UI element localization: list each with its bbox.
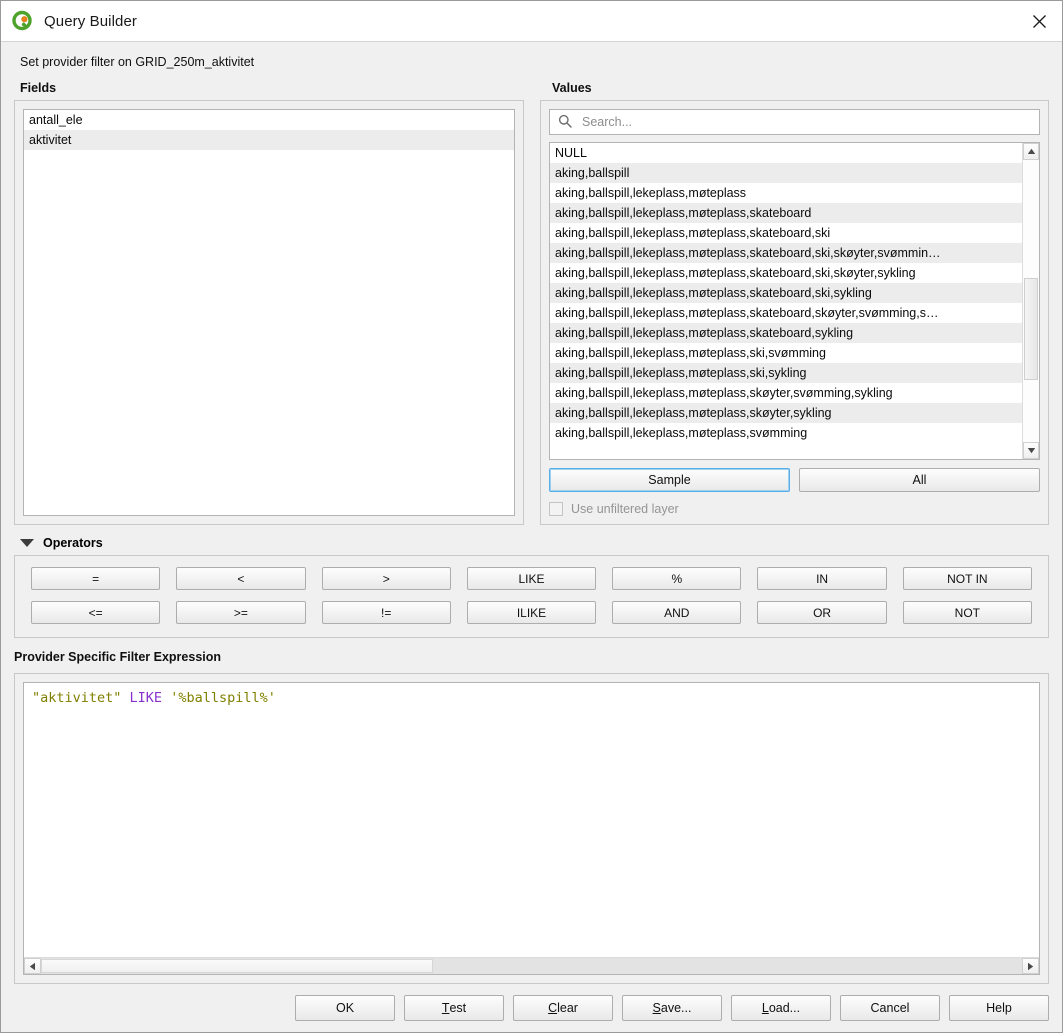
value-item[interactable]: aking,ballspill,lekeplass,møteplass,skøy… [550,403,1022,423]
operator-button-or[interactable]: OR [757,601,887,624]
expression-token-plain [162,690,170,706]
test-button[interactable]: Test [404,995,504,1021]
values-frame: NULLaking,ballspillaking,ballspill,lekep… [540,100,1049,525]
value-item[interactable]: aking,ballspill,lekeplass,møteplass,ski,… [550,343,1022,363]
save-button[interactable]: Save... [622,995,722,1021]
panes-row: antall_ele aktivitet Search... NULL akin… [14,100,1049,525]
fields-pane: antall_ele aktivitet [14,100,524,525]
scroll-up-icon[interactable] [1023,143,1039,160]
operators-header[interactable]: Operators [20,536,1049,550]
operator-button-[interactable]: >= [176,601,306,624]
triangle-down-icon[interactable] [20,539,34,547]
operators-label: Operators [43,536,103,550]
clear-button[interactable]: Clear [513,995,613,1021]
values-buttons-row: Sample All [549,468,1040,492]
fields-list[interactable]: antall_ele aktivitet [23,109,515,516]
operator-button-ilike[interactable]: ILIKE [466,601,597,624]
operators-panel: = < > LIKE% IN NOT IN <= >= != ILIKE AND OR NOT [14,555,1049,638]
expression-token-str: '%ballspill%' [170,690,276,706]
expression-panel: "aktivitet" LIKE '%ballspill%' [14,673,1049,984]
scroll-left-icon[interactable] [24,958,41,974]
value-item[interactable]: aking,ballspill,lekeplass,møteplass,skat… [550,223,1022,243]
query-builder-dialog: Query Builder Set provider filter on GRI… [0,0,1063,1033]
value-item[interactable]: aking,ballspill,lekeplass,møteplass,skat… [550,263,1022,283]
provider-filter-subtitle: Set provider filter on GRID_250m_aktivit… [20,55,255,69]
operator-button-like[interactable]: LIKE [466,567,597,590]
close-icon[interactable] [1016,1,1062,41]
values-search-box[interactable] [549,109,1040,135]
sample-button[interactable]: Sample [549,468,790,492]
expression-horizontal-scrollbar[interactable] [24,957,1039,974]
expression-editor[interactable]: "aktivitet" LIKE '%ballspill%' [23,682,1040,975]
value-item[interactable]: aking,ballspill,lekeplass,møteplass,svøm… [550,423,1022,443]
search-icon [558,114,572,131]
values-list[interactable]: NULL aking,ballspill aking,ballspill,lekep… [550,143,1022,459]
values-scroll-thumb[interactable] [1024,278,1038,380]
load-button[interactable]: Load... [731,995,831,1021]
operator-button-[interactable]: = [31,567,161,590]
operator-button-in[interactable]: IN [757,567,887,590]
value-item[interactable]: aking,ballspill,lekeplass,møteplass,ski,… [550,363,1022,383]
help-button[interactable]: Help [949,995,1049,1021]
operator-button-[interactable]: < [176,567,306,590]
operator-button-[interactable]: <= [31,601,161,624]
ok-button[interactable]: OK [295,995,395,1021]
value-item[interactable]: aking,ballspill,lekeplass,møteplass,skat… [550,203,1022,223]
value-item[interactable]: aking,ballspill,lekeplass,møteplass,skat… [550,303,1022,323]
fields-label: Fields [20,81,57,95]
values-list-container: NULL aking,ballspill aking,ballspill,lekep… [549,142,1040,460]
operator-button-not[interactable]: NOT [902,601,1032,624]
values-vertical-scrollbar[interactable] [1022,143,1039,459]
value-item[interactable]: NULL [550,143,1022,163]
footer-buttons: OK Test Clear Save... Load... Cancel Help [1,984,1062,1032]
use-unfiltered-layer-label: Use unfiltered layer [571,502,679,516]
expression-text[interactable]: "aktivitet" LIKE '%ballspill%' [24,683,1039,957]
values-label: Values [552,81,592,95]
expression-label: Provider Specific Filter Expression [14,650,222,664]
operator-button-not-in[interactable]: NOT IN [902,567,1032,590]
expression-token-kw: LIKE [129,690,163,706]
value-item[interactable]: aking,ballspill [550,163,1022,183]
values-scroll-track[interactable] [1023,160,1039,442]
use-unfiltered-layer-row[interactable]: Use unfiltered layer [549,502,1040,516]
value-item[interactable]: aking,ballspill,lekeplass,møteplass [550,183,1022,203]
value-item[interactable]: aking,ballspill,lekeplass,møteplass,skat… [550,283,1022,303]
expression-token-ident: "aktivitet" [32,690,122,706]
values-pane: NULLaking,ballspillaking,ballspill,lekep… [540,100,1049,525]
fields-frame: antall_ele aktivitet [14,100,524,525]
dialog-body: Set provider filter on GRID_250m_aktivit… [1,42,1062,984]
scroll-right-icon[interactable] [1022,958,1039,974]
value-item[interactable]: aking,ballspill,lekeplass,møteplass,skat… [550,243,1022,263]
value-item[interactable]: aking,ballspill,lekeplass,møteplass,skat… [550,323,1022,343]
expression-scroll-thumb[interactable] [41,959,434,973]
scroll-down-icon[interactable] [1023,442,1039,459]
operator-button-[interactable]: != [321,601,451,624]
value-item[interactable]: aking,ballspill,lekeplass,møteplass,skøy… [550,383,1022,403]
use-unfiltered-layer-checkbox[interactable] [549,502,563,516]
qgis-logo-icon [12,10,34,32]
window-title: Query Builder [44,12,138,30]
operators-grid: = < > LIKE% IN NOT IN <= >= != ILIKE AND OR NOT [31,567,1032,624]
values-search-input[interactable] [580,114,1031,130]
title-bar: Query Builder [1,1,1062,42]
pane-labels-row: Fields Values [14,69,1049,100]
field-item[interactable]: antall_ele [24,110,514,130]
all-button[interactable]: All [799,468,1040,492]
operator-button-[interactable]: > [321,567,451,590]
operator-button-[interactable]: % [612,567,742,590]
field-item[interactable]: aktivitet [24,130,514,150]
expression-token-plain [121,690,129,706]
operator-button-and[interactable]: AND [612,601,742,624]
expression-scroll-track[interactable] [41,958,1022,974]
cancel-button[interactable]: Cancel [840,995,940,1021]
